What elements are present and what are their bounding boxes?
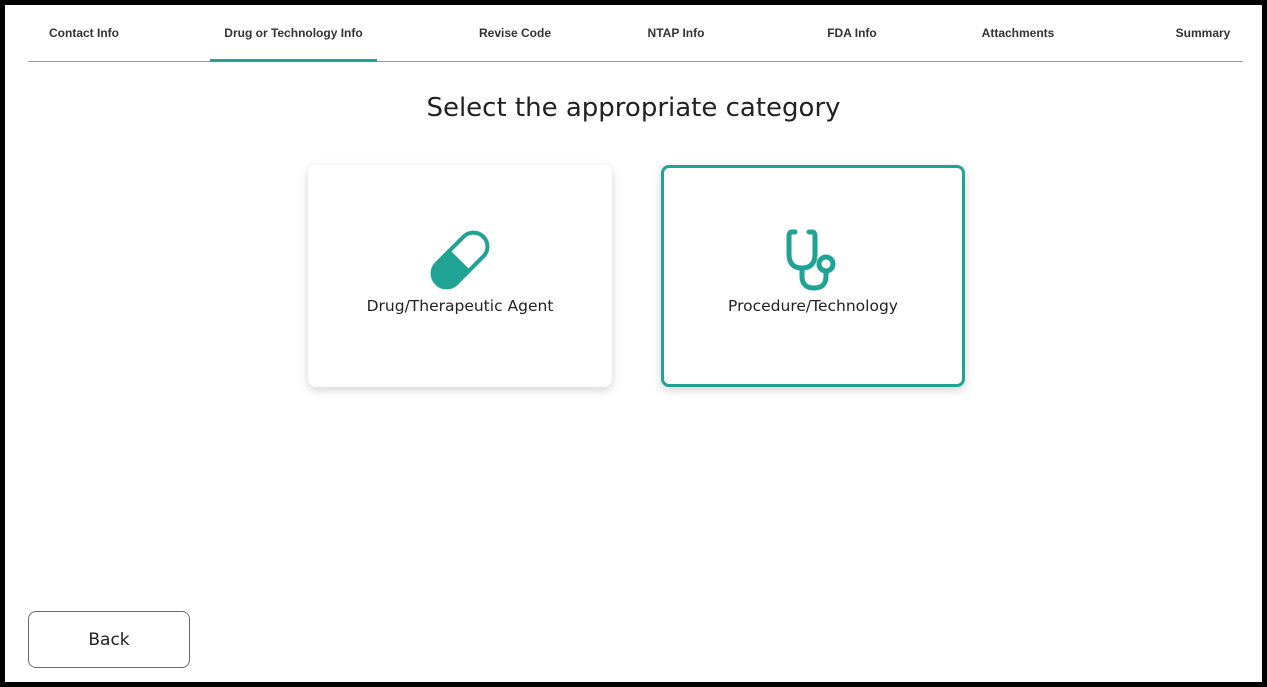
pill-icon: [430, 230, 490, 290]
category-label: Procedure/Technology: [728, 297, 898, 315]
category-label: Drug/Therapeutic Agent: [366, 297, 554, 315]
back-button[interactable]: Back: [28, 611, 190, 668]
step-fda-info[interactable]: FDA Info: [817, 5, 887, 61]
step-drug-or-technology-info[interactable]: Drug or Technology Info: [210, 5, 377, 62]
step-navigation: Contact Info Drug or Technology Info Rev…: [28, 5, 1243, 62]
category-card-drug[interactable]: Drug/Therapeutic Agent: [308, 165, 612, 387]
step-summary[interactable]: Summary: [1163, 5, 1243, 61]
page-title: Select the appropriate category: [426, 93, 841, 123]
step-revise-code[interactable]: Revise Code: [465, 5, 565, 61]
step-contact-info[interactable]: Contact Info: [28, 5, 140, 61]
category-card-procedure[interactable]: Procedure/Technology: [661, 165, 965, 387]
step-attachments[interactable]: Attachments: [968, 5, 1068, 61]
stethoscope-icon: [786, 229, 836, 291]
step-ntap-info[interactable]: NTAP Info: [641, 5, 711, 61]
app-frame: Contact Info Drug or Technology Info Rev…: [5, 5, 1262, 682]
